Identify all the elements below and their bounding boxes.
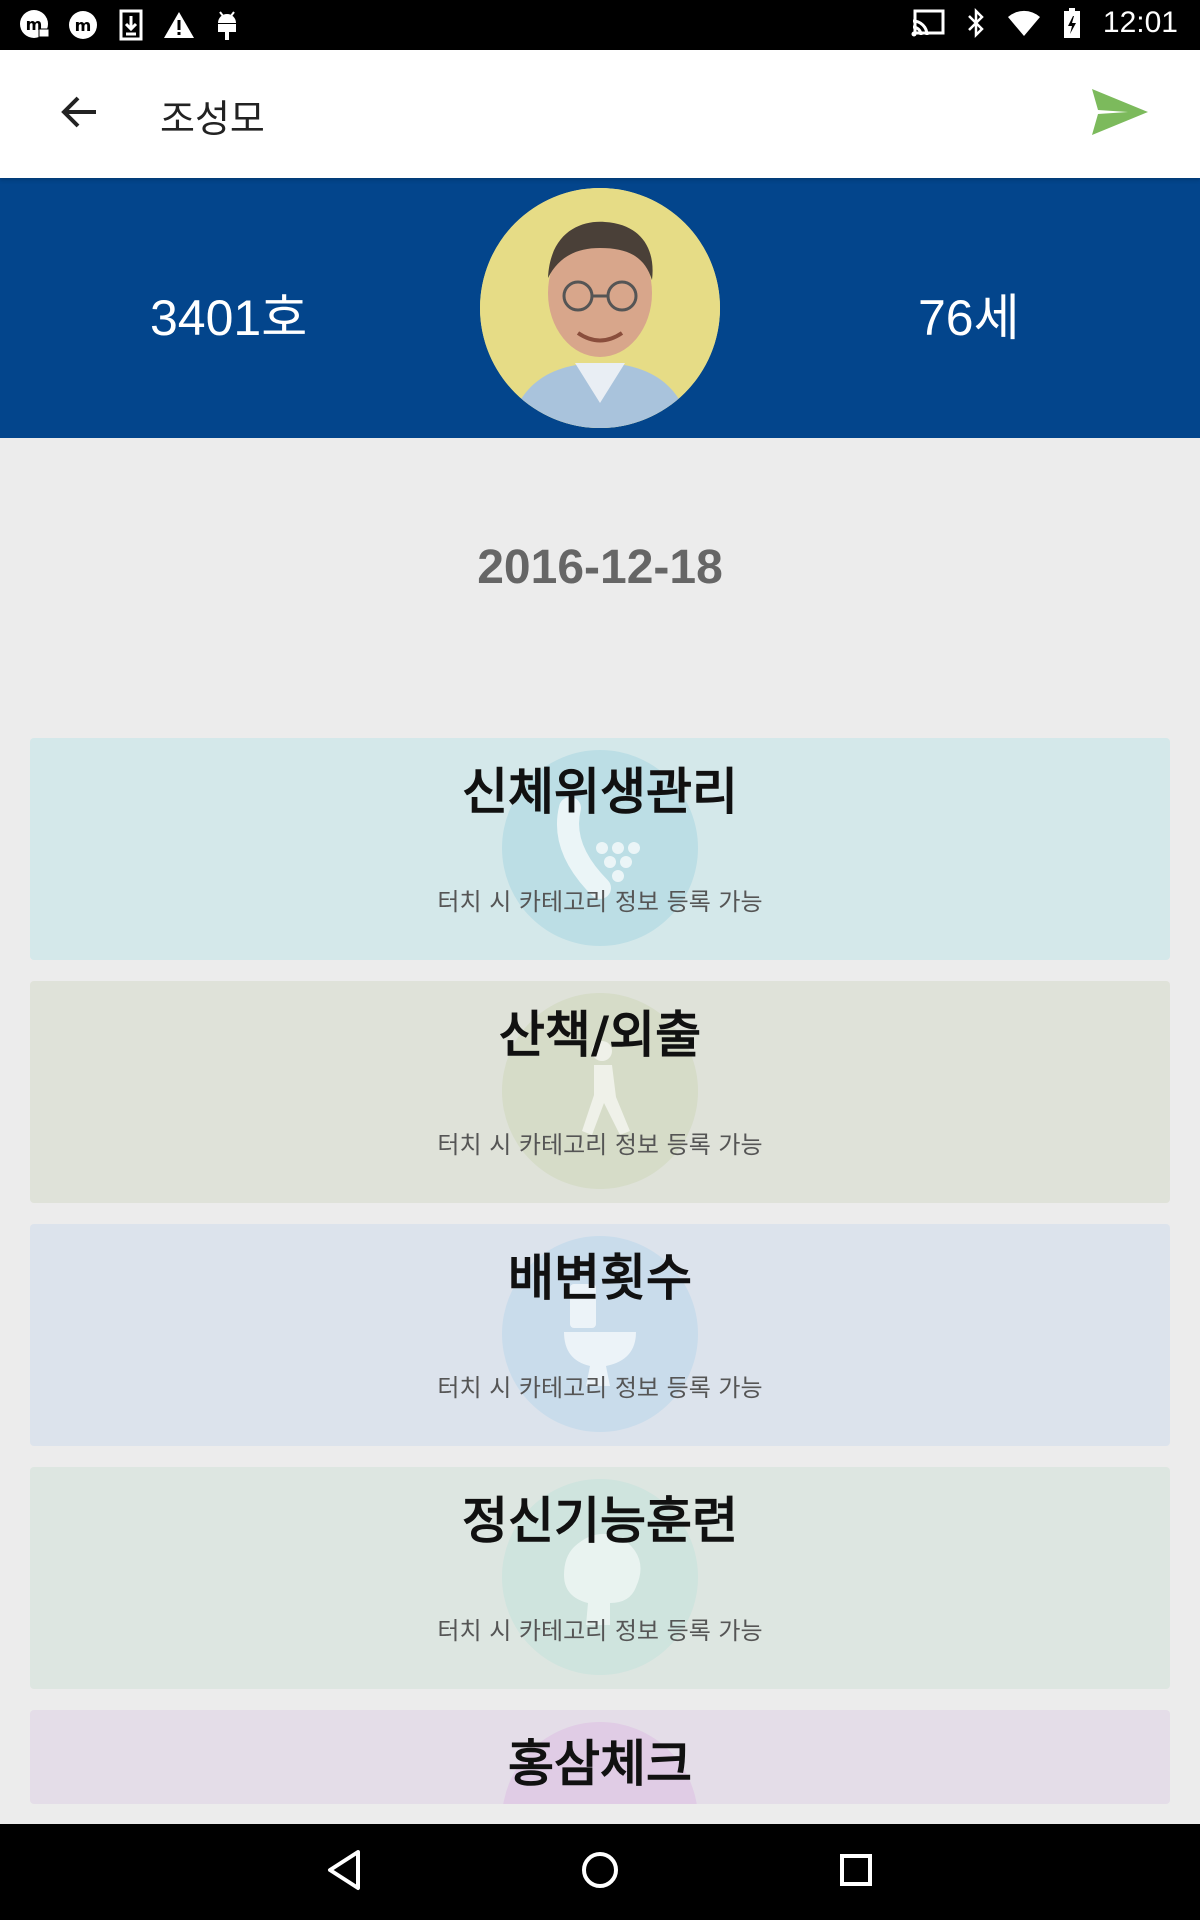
wifi-icon — [1007, 6, 1041, 40]
card-title: 산책/외출 — [498, 1006, 702, 1064]
nav-home-button[interactable] — [570, 1842, 630, 1902]
nav-recents-button[interactable] — [826, 1842, 886, 1902]
nav-recents-icon — [838, 1852, 874, 1892]
warning-icon — [162, 8, 196, 42]
category-card-walk[interactable]: 산책/외출 터치 시 카테고리 정보 등록 가능 — [30, 981, 1170, 1203]
download-icon — [114, 8, 148, 42]
category-card-ginseng[interactable]: 홍삼체크 — [30, 1710, 1170, 1804]
send-button[interactable] — [1080, 82, 1160, 146]
android-icon — [210, 8, 244, 42]
battery-icon — [1055, 6, 1089, 40]
category-card-hygiene[interactable]: 신체위생관리 터치 시 카테고리 정보 등록 가능 — [30, 738, 1170, 960]
date-label[interactable]: 2016-12-18 — [0, 540, 1200, 595]
navigation-bar — [0, 1824, 1200, 1920]
status-bar: m m 12:01 — [0, 0, 1200, 50]
status-time: 12:01 — [1102, 6, 1178, 39]
category-card-mental-training[interactable]: 정신기능훈련 터치 시 카테고리 정보 등록 가능 — [30, 1467, 1170, 1689]
age: 76세 — [918, 290, 1020, 346]
category-card-bowel[interactable]: 배변횟수 터치 시 카테고리 정보 등록 가능 — [30, 1224, 1170, 1446]
back-button[interactable] — [48, 82, 112, 146]
card-title: 홍삼체크 — [508, 1735, 692, 1793]
card-hint: 터치 시 카테고리 정보 등록 가능 — [437, 1131, 763, 1159]
page-title: 조성모 — [160, 97, 265, 141]
cast-icon — [911, 6, 945, 40]
bluetooth-icon — [959, 6, 993, 40]
card-hint: 터치 시 카테고리 정보 등록 가능 — [437, 1617, 763, 1645]
svg-text:m: m — [75, 16, 92, 35]
room-number: 3401호 — [150, 290, 308, 346]
arrow-back-icon — [60, 94, 100, 134]
nav-back-icon — [324, 1848, 364, 1896]
card-title: 배변횟수 — [508, 1249, 692, 1307]
send-icon — [1090, 87, 1150, 141]
app-bar: 조성모 — [0, 50, 1200, 178]
card-title: 신체위생관리 — [462, 763, 738, 821]
avatar[interactable] — [480, 188, 720, 428]
nav-back-button[interactable] — [314, 1842, 374, 1902]
profile-header: 3401호 76세 — [0, 178, 1200, 438]
m-camera-icon: m — [18, 8, 52, 42]
nav-home-icon — [580, 1850, 620, 1894]
card-hint: 터치 시 카테고리 정보 등록 가능 — [437, 1374, 763, 1402]
m-app-icon: m — [66, 8, 100, 42]
card-hint: 터치 시 카테고리 정보 등록 가능 — [437, 888, 763, 916]
card-title: 정신기능훈련 — [462, 1492, 738, 1550]
